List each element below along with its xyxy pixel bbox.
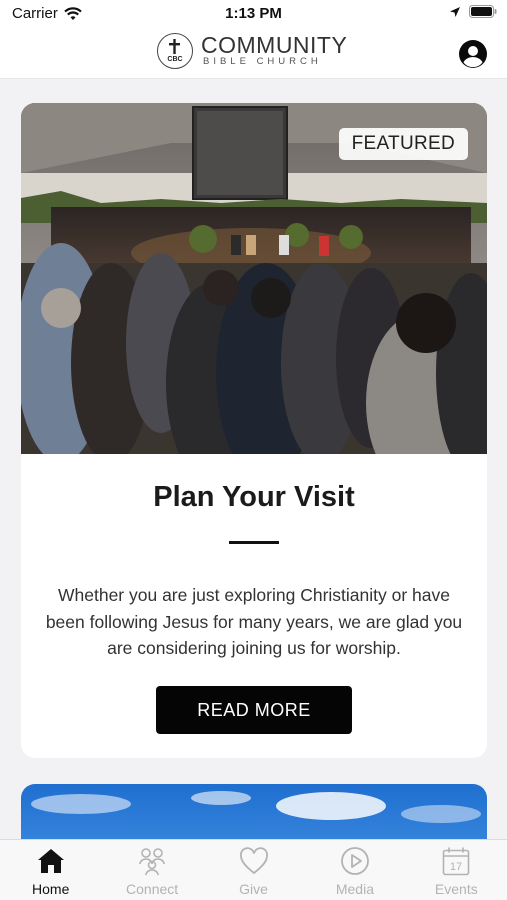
play-circle-icon bbox=[341, 847, 369, 875]
tab-home[interactable]: Home bbox=[0, 840, 101, 900]
title-divider bbox=[229, 541, 279, 544]
card-title: Plan Your Visit bbox=[153, 481, 355, 513]
tab-label-events: Events bbox=[434, 881, 478, 897]
featured-badge: FEATURED bbox=[338, 128, 468, 160]
tab-label-home: Home bbox=[32, 881, 70, 897]
status-right bbox=[449, 5, 497, 18]
tab-label-connect: Connect bbox=[126, 881, 179, 897]
featured-card[interactable]: FEATURED Plan Your Visit Whether you are… bbox=[21, 103, 487, 758]
calendar-date: 17 bbox=[450, 861, 462, 873]
user-circle-icon[interactable] bbox=[459, 40, 487, 68]
church-logo[interactable]: CBC COMMUNITY BIBLE CHURCH bbox=[157, 33, 347, 69]
status-time: 1:13 PM bbox=[225, 5, 282, 22]
battery-icon bbox=[469, 5, 497, 18]
location-arrow-icon bbox=[450, 6, 460, 17]
tab-label-media: Media bbox=[335, 881, 374, 897]
tab-events[interactable]: 17 Events bbox=[406, 840, 507, 900]
tab-label-give: Give bbox=[239, 881, 268, 897]
logo-title: COMMUNITY bbox=[201, 32, 348, 58]
tab-give[interactable]: Give bbox=[203, 840, 304, 900]
read-more-button[interactable]: READ MORE bbox=[156, 686, 352, 734]
home-icon bbox=[37, 849, 64, 873]
logo-badge-text: CBC bbox=[167, 56, 183, 63]
people-icon bbox=[139, 848, 165, 876]
app-header: CBC COMMUNITY BIBLE CHURCH bbox=[0, 28, 507, 79]
tab-connect[interactable]: Connect bbox=[101, 840, 202, 900]
calendar-icon: 17 bbox=[443, 847, 470, 876]
logo-wordmark: COMMUNITY BIBLE CHURCH bbox=[201, 34, 347, 68]
card-description: Whether you are just exploring Christian… bbox=[45, 585, 463, 658]
tab-media[interactable]: Media bbox=[304, 840, 405, 900]
heart-icon bbox=[239, 847, 268, 875]
status-bar: Carrier 1:13 PM bbox=[0, 0, 507, 28]
cross-logo-icon: CBC bbox=[157, 33, 193, 69]
tab-bar: Home Connect Give Media 17 Events bbox=[0, 839, 507, 900]
